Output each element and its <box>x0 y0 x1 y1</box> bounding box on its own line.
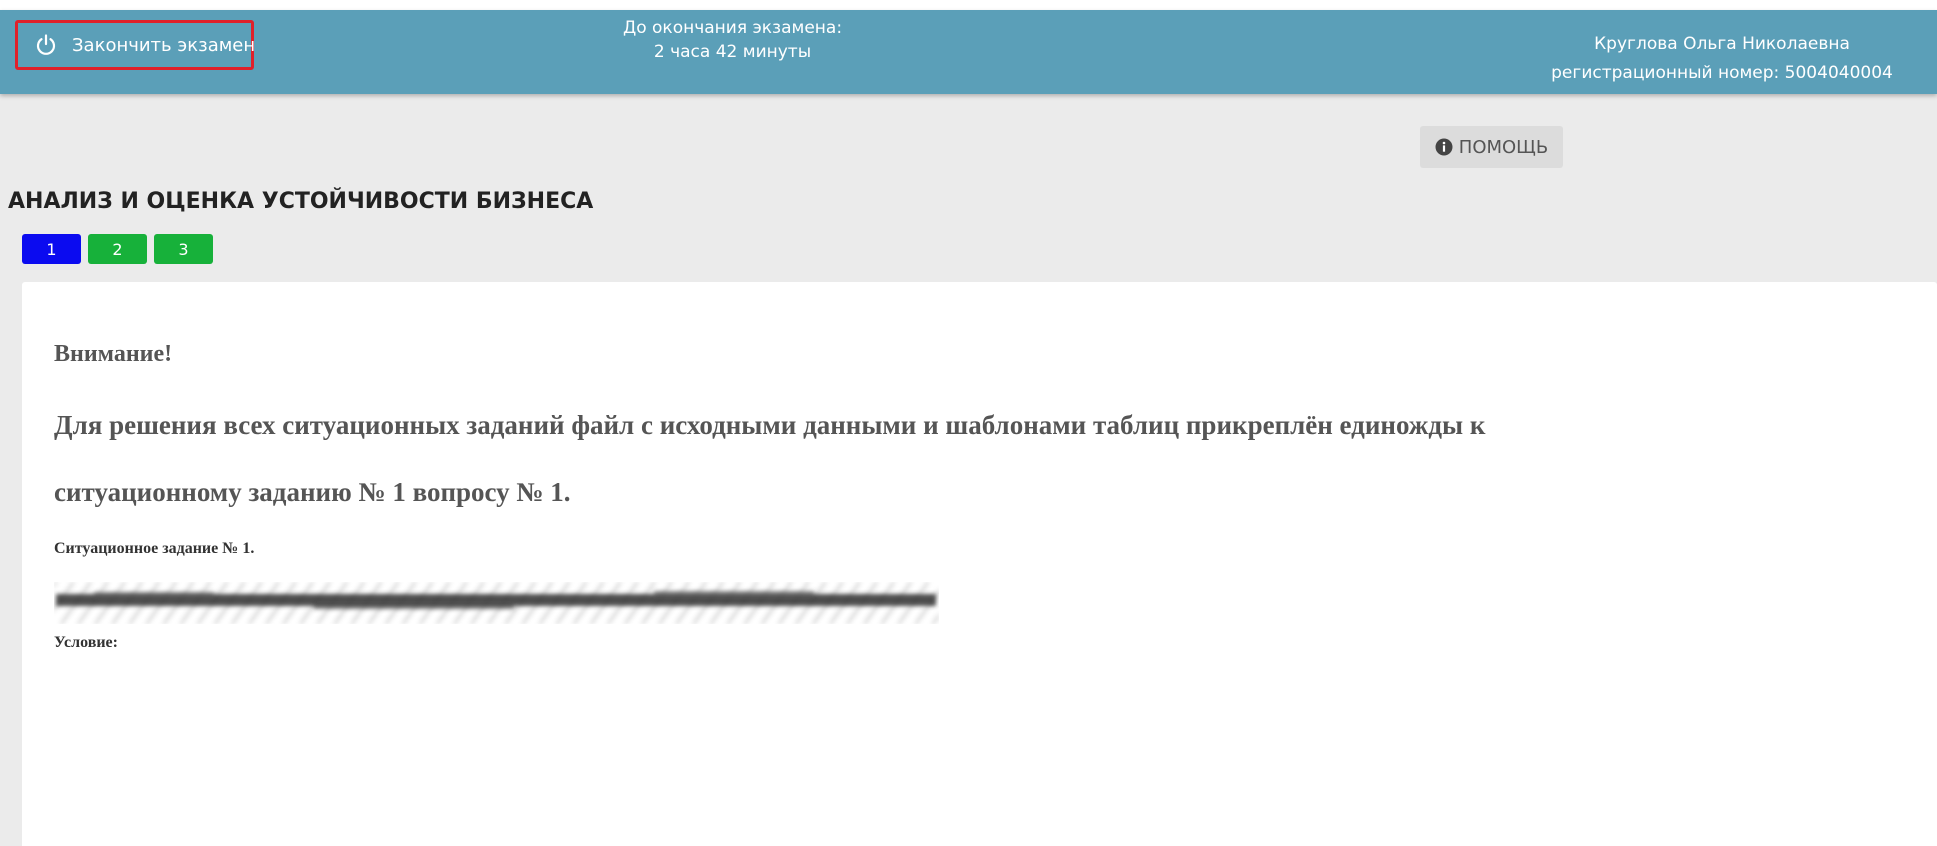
section-title: АНАЛИЗ И ОЦЕНКА УСТОЙЧИВОСТИ БИЗНЕСА <box>8 189 594 214</box>
task-tab-3[interactable]: 3 <box>154 234 213 264</box>
condition-label: Условие: <box>54 634 118 651</box>
exam-header: Закончить экзамен До окончания экзамена:… <box>0 10 1937 94</box>
task-label: Ситуационное задание № 1. <box>54 540 255 557</box>
timer-label: До окончания экзамена: <box>622 18 843 38</box>
top-strip <box>0 0 1937 10</box>
task-tabs: 1 2 3 <box>22 234 213 264</box>
task-tab-2[interactable]: 2 <box>88 234 147 264</box>
instruction-text: Для решения всех ситуационных заданий фа… <box>54 410 1486 507</box>
help-button[interactable]: ПОМОЩЬ <box>1420 126 1563 168</box>
timer-value: 2 часа 42 минуты <box>653 42 812 62</box>
redacted-text <box>54 582 939 624</box>
user-name: Круглова Ольга Николаевна <box>1594 34 1850 54</box>
registration-number: регистрационный номер: 5004040004 <box>1551 63 1893 83</box>
exam-timer: До окончания экзамена: 2 часа 42 минуты <box>560 16 905 64</box>
exam-page: Закончить экзамен До окончания экзамена:… <box>0 0 1937 846</box>
finish-exam-label: Закончить экзамен <box>72 34 256 56</box>
help-button-label: ПОМОЩЬ <box>1458 136 1549 158</box>
power-icon <box>34 33 58 57</box>
finish-exam-button[interactable]: Закончить экзамен <box>15 20 256 70</box>
user-info: Круглова Ольга Николаевна регистрационны… <box>1507 30 1937 88</box>
attention-heading: Внимание! <box>54 341 173 367</box>
info-circle-icon <box>1435 138 1453 156</box>
task-content-card: Внимание! Для решения всех ситуационных … <box>22 282 1937 846</box>
task-tab-1[interactable]: 1 <box>22 234 81 264</box>
